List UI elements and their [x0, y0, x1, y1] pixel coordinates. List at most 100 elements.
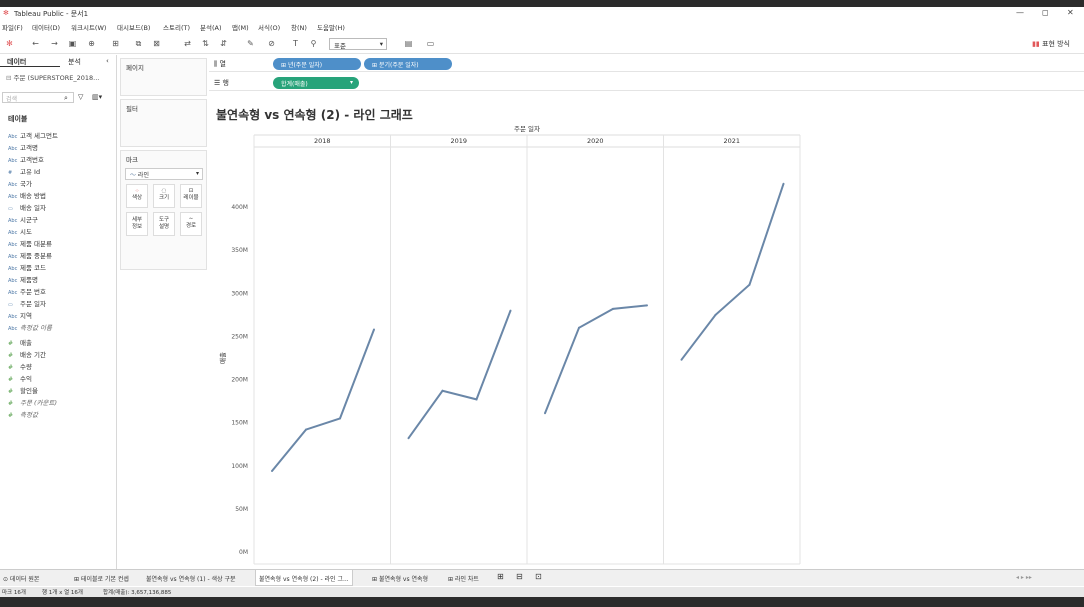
- pages-card[interactable]: 페이지: [120, 58, 207, 96]
- tab-sheet-1[interactable]: ⊞ 테이블로 기본 컨셉: [74, 574, 129, 583]
- menu-help[interactable]: 도움말(H): [317, 22, 345, 32]
- measure-field[interactable]: # 배송 기간: [8, 349, 46, 359]
- new-worksheet-icon[interactable]: ⊞: [110, 39, 121, 49]
- show-cards-icon[interactable]: ▤: [403, 39, 414, 49]
- tab-datasource[interactable]: ⊙ 데이터 원본: [3, 574, 39, 583]
- dimension-field[interactable]: Abc 시군구: [8, 214, 38, 224]
- path-button[interactable]: ∼ 경로: [180, 212, 202, 236]
- mark-type-select[interactable]: 〜 라인 ▾: [125, 168, 203, 180]
- clear-sheet-icon[interactable]: ⊠: [151, 39, 162, 49]
- minimize-button[interactable]: —: [1016, 8, 1024, 17]
- dimension-field[interactable]: Abc 측정값 이름: [8, 322, 52, 332]
- rows-shelf[interactable]: ☰ 행 합계(매출) ▾: [209, 74, 1084, 91]
- dimension-field[interactable]: ▭ 주문 일자: [8, 298, 46, 308]
- dimension-field[interactable]: Abc 제품 코드: [8, 262, 46, 272]
- swap-icon[interactable]: ⇄: [182, 39, 193, 49]
- dimension-field[interactable]: Abc 지역: [8, 310, 32, 320]
- sort-desc-icon[interactable]: ⇵: [218, 39, 229, 49]
- dimension-field[interactable]: Abc 제품 대분류: [8, 238, 52, 248]
- group-icon[interactable]: ⊘: [266, 39, 277, 49]
- dimension-field[interactable]: Abc 주문 번호: [8, 286, 46, 296]
- tableau-home-icon[interactable]: ✻: [4, 39, 15, 49]
- dimension-field[interactable]: ▭ 배송 일자: [8, 202, 46, 212]
- field-label: 제품명: [20, 276, 38, 284]
- undo-icon[interactable]: ←: [30, 39, 41, 49]
- new-dashboard-icon[interactable]: ⊟: [516, 572, 523, 581]
- measure-field[interactable]: # 할인율: [8, 385, 38, 395]
- measure-field[interactable]: # 매출: [8, 337, 32, 347]
- string-icon: Abc: [8, 158, 18, 164]
- tooltip-button[interactable]: 도구 설명: [153, 212, 175, 236]
- menu-map[interactable]: 맵(M): [232, 22, 249, 32]
- search-icon[interactable]: ⌕: [64, 94, 68, 103]
- maximize-button[interactable]: ◻: [1042, 8, 1049, 17]
- menu-data[interactable]: 데이터(D): [32, 22, 60, 32]
- measure-field[interactable]: # 수량: [8, 361, 32, 371]
- save-icon[interactable]: ▣: [67, 39, 78, 49]
- tab-analysis[interactable]: 분석: [68, 57, 81, 67]
- number-icon: #: [8, 400, 14, 407]
- view-options-icon[interactable]: ▥▾: [92, 93, 102, 101]
- menu-format[interactable]: 서식(O): [258, 22, 280, 32]
- string-icon: Abc: [8, 242, 18, 248]
- tab-scroll-icon[interactable]: ◂ ▸ ▸▸: [1016, 574, 1032, 581]
- menu-worksheet[interactable]: 워크시트(W): [71, 22, 106, 32]
- data-pane: 데이터 분석 ‹ ⊟ 주문 (SUPERSTORE_2018... 검색 ⌕ ▽…: [0, 55, 117, 569]
- panel-year-label: 2018: [314, 137, 331, 145]
- data-point: [748, 283, 751, 286]
- menu-window[interactable]: 창(N): [291, 22, 307, 32]
- y-tick-label: 150M: [231, 420, 248, 427]
- dimension-field[interactable]: Abc 배송 방법: [8, 190, 46, 200]
- dimension-field[interactable]: Abc 고객명: [8, 142, 38, 152]
- series-line-2019: [407, 310, 512, 439]
- highlight-icon[interactable]: ✎: [245, 39, 256, 49]
- new-story-icon[interactable]: ⊡: [535, 572, 542, 581]
- fit-select[interactable]: 표준 ▾: [329, 38, 387, 50]
- tab-sheet-3-active[interactable]: 불연속형 vs 연속형 (2) - 라인 그...: [255, 570, 353, 586]
- sort-asc-icon[interactable]: ⇅: [200, 39, 211, 49]
- columns-shelf[interactable]: ⫼ 열 ⊞ 년(주문 일자) ⊞ 분기(주문 일자): [209, 55, 1084, 72]
- color-button[interactable]: ⁘ 색상: [126, 184, 148, 208]
- collapse-icon[interactable]: ‹: [106, 57, 109, 65]
- status-bar: 마크 16개 행 1개 x 열 16개 합계(매출): 3,657,136,88…: [0, 587, 1084, 597]
- close-button[interactable]: ✕: [1067, 8, 1074, 17]
- dimension-field[interactable]: Abc 시도: [8, 226, 32, 236]
- presentation-icon[interactable]: ▭: [425, 39, 436, 49]
- new-datasource-icon[interactable]: ⊕: [86, 39, 97, 49]
- field-label: 주문 (카운트): [20, 399, 58, 407]
- label-icon[interactable]: T: [290, 39, 301, 49]
- dimension-field[interactable]: Abc 고객 세그먼트: [8, 130, 58, 140]
- measure-field[interactable]: # 주문 (카운트): [8, 397, 57, 407]
- column-pill-year[interactable]: ⊞ 년(주문 일자): [273, 58, 361, 70]
- tab-sheet-4[interactable]: ⊞ 불연속형 vs 연속형: [372, 574, 428, 583]
- column-pill-quarter[interactable]: ⊞ 분기(주문 일자): [364, 58, 452, 70]
- menu-dashboard[interactable]: 대시보드(B): [117, 22, 150, 32]
- datasource-item[interactable]: ⊟ 주문 (SUPERSTORE_2018...: [6, 72, 99, 82]
- dimension-field[interactable]: Abc 국가: [8, 178, 32, 188]
- dimension-field[interactable]: Abc 고객번호: [8, 154, 44, 164]
- filter-icon[interactable]: ▽: [78, 93, 83, 101]
- tab-sheet-5[interactable]: ⊞ 라인 차트: [448, 574, 479, 583]
- detail-button[interactable]: 세부 정보: [126, 212, 148, 236]
- field-label: 주문 일자: [20, 300, 46, 308]
- new-sheet-icon[interactable]: ⊞: [497, 572, 504, 581]
- measure-field[interactable]: # 수익: [8, 373, 32, 383]
- label-button[interactable]: ⊡ 레이블: [180, 184, 202, 208]
- tab-sheet-2[interactable]: 불연속형 vs 연속형 (1) - 색상 구분: [146, 574, 236, 583]
- dimension-field[interactable]: # 고유 Id: [8, 166, 40, 176]
- row-pill-sales[interactable]: 합계(매출) ▾: [273, 77, 359, 89]
- menu-analysis[interactable]: 분석(A): [200, 22, 221, 32]
- menu-story[interactable]: 스토리(T): [163, 22, 190, 32]
- measure-field[interactable]: # 측정값: [8, 409, 38, 419]
- y-tick-label: 250M: [231, 333, 248, 340]
- data-point: [475, 398, 478, 401]
- pin-icon[interactable]: ⚲: [308, 39, 319, 49]
- redo-icon[interactable]: →: [49, 39, 60, 49]
- menu-file[interactable]: 파일(F): [2, 22, 23, 32]
- dimension-field[interactable]: Abc 제품명: [8, 274, 38, 284]
- show-me-button[interactable]: ▮▮ 표현 방식: [1032, 39, 1070, 49]
- dimension-field[interactable]: Abc 제품 중분류: [8, 250, 52, 260]
- duplicate-icon[interactable]: ⧉: [133, 39, 144, 49]
- filters-card[interactable]: 필터: [120, 99, 207, 147]
- size-button[interactable]: ◌ 크기: [153, 184, 175, 208]
